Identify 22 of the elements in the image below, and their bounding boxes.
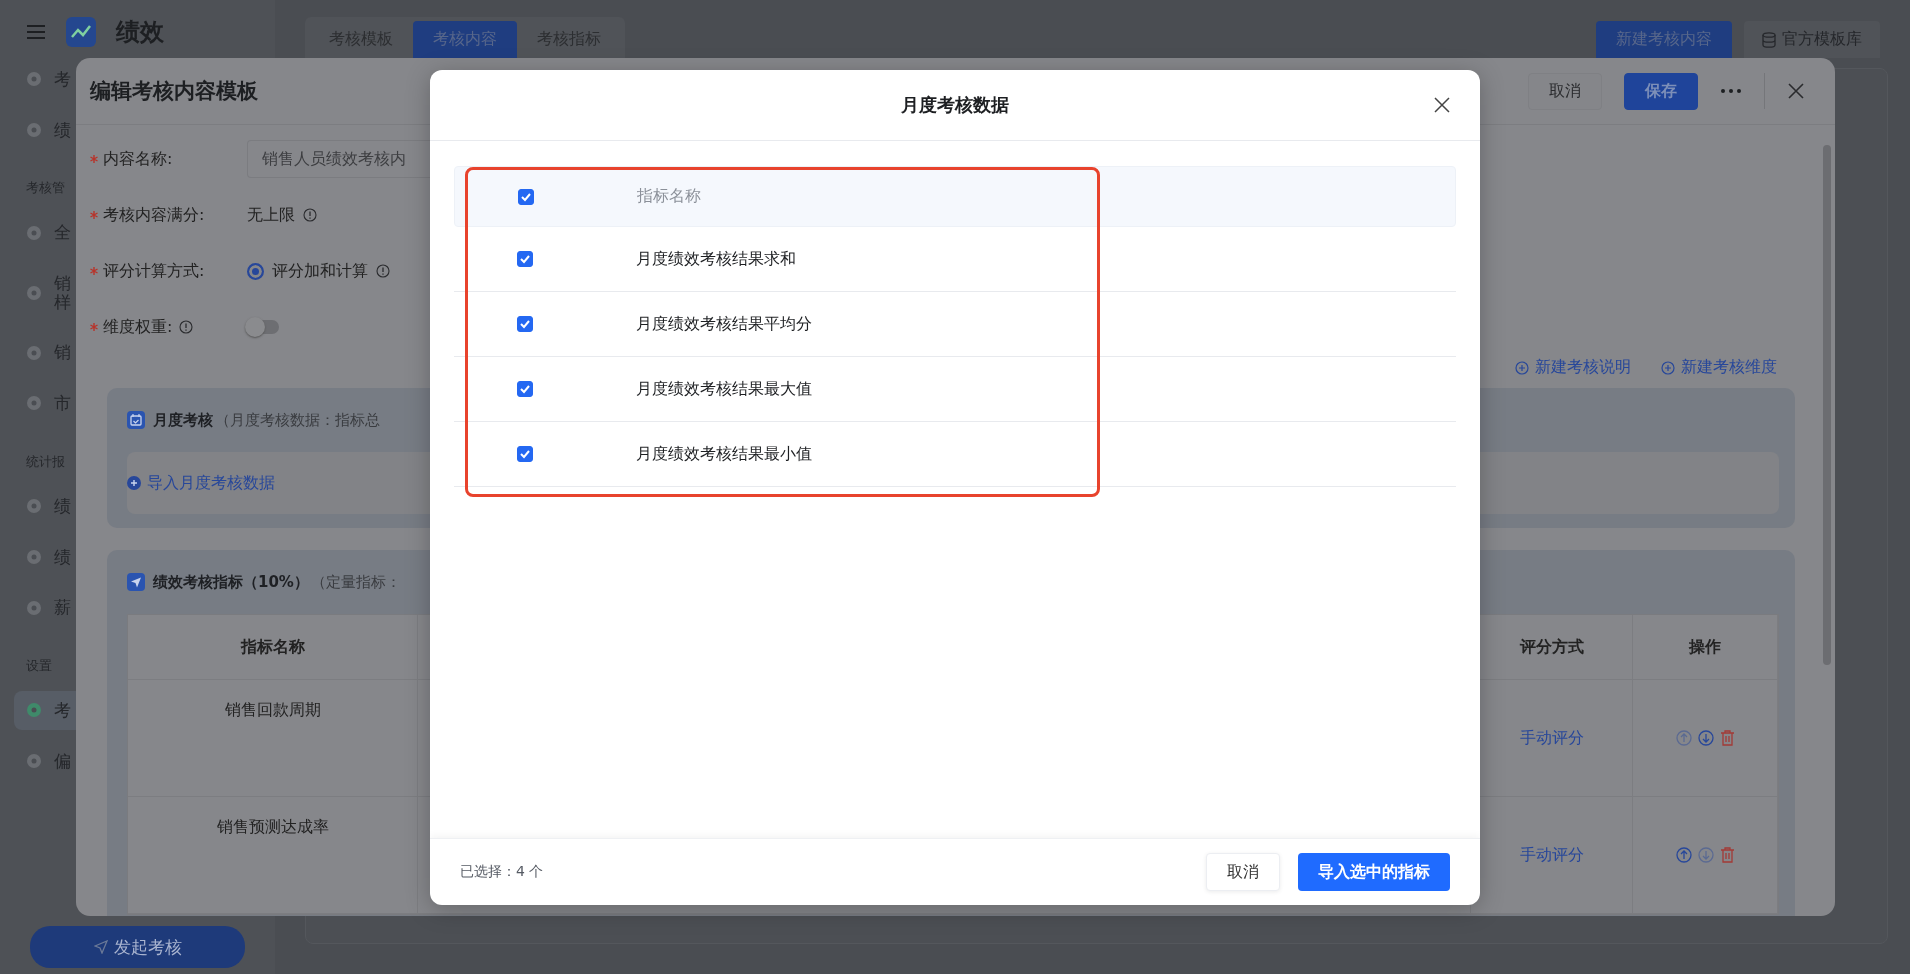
table-cell: 月度绩效考核结果求和 [636,248,796,270]
column-header: 操作 [1633,615,1778,680]
section-note: （定量指标： [310,572,401,592]
field-label: 评分计算方式: [103,260,205,282]
table-cell: 月度绩效考核结果平均分 [636,313,812,335]
section-note: （月度考核数据：指标总 [215,410,380,430]
table-cell: 销售回款周期 [224,700,321,721]
drawer-title: 编辑考核内容模板 [90,78,258,105]
field-label: 维度权重: [103,316,173,338]
radio-label: 评分加和计算 [272,260,368,282]
field-value: 无上限 [247,204,295,226]
table-cell: 月度绩效考核结果最小值 [636,443,812,465]
field-label: 内容名称: [103,148,173,170]
table-cell: 月度绩效考核结果最大值 [636,378,812,400]
column-header: 指标名称 [128,615,418,680]
section-title: 绩效考核指标（10%） [153,572,309,592]
table-cell: 销售预测达成率 [216,817,329,838]
dialog-title: 月度考核数据 [901,93,1009,117]
field-label: 考核内容满分: [103,204,205,226]
section-title: 月度考核 [153,410,213,430]
selection-count: 已选择：4 个 [460,863,544,881]
column-header: 指标名称 [637,186,701,207]
